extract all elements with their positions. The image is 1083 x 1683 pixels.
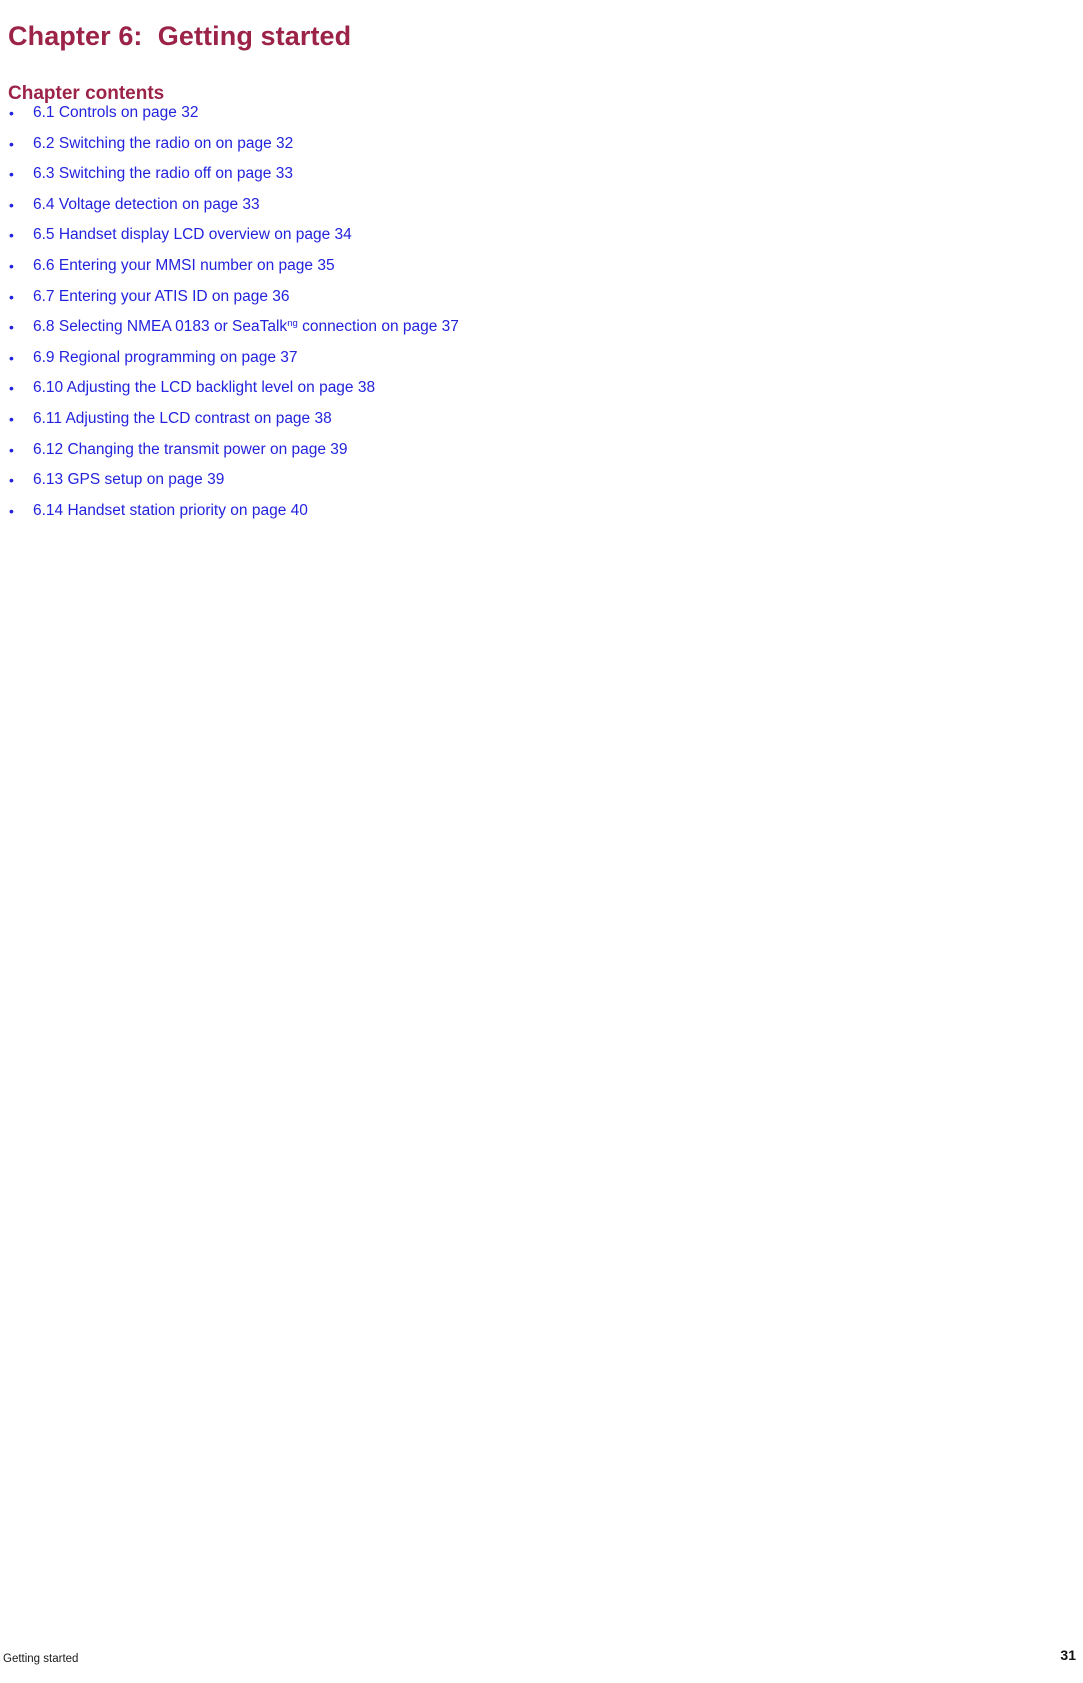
list-item: • 6.1 Controls on page 32 [0,98,1060,129]
list-item: • 6.3 Switching the radio off on page 33 [0,159,1060,190]
toc-link-6-12[interactable]: 6.12 Changing the transmit power on page… [33,435,348,466]
bullet-icon: • [9,135,14,152]
toc-link-6-7[interactable]: 6.7 Entering your ATIS ID on page 36 [33,282,289,313]
footer-section-label: Getting started [3,1653,79,1665]
bullet-icon: • [9,380,14,397]
bullet-icon: • [9,196,14,213]
list-item: • 6.9 Regional programming on page 37 [0,343,1060,374]
bullet-icon: • [9,472,14,489]
toc-link-6-6[interactable]: 6.6 Entering your MMSI number on page 35 [33,251,335,282]
toc-link-6-8-text-before: 6.8 Selecting NMEA 0183 or SeaTalk [33,318,288,336]
page-title: Chapter 6: Getting started [8,21,352,52]
toc-link-6-13[interactable]: 6.13 GPS setup on page 39 [33,465,224,496]
toc-link-6-8-text-after: connection on page 37 [297,318,459,336]
page-footer: Getting started 31 [0,1643,1083,1683]
bullet-icon: • [9,288,14,305]
bullet-icon: • [9,166,14,183]
list-item: • 6.13 GPS setup on page 39 [0,465,1060,496]
list-item: • 6.4 Voltage detection on page 33 [0,190,1060,221]
toc-link-6-10[interactable]: 6.10 Adjusting the LCD backlight level o… [33,373,375,404]
toc-link-6-8[interactable]: 6.8 Selecting NMEA 0183 or SeaTalkng con… [33,312,459,343]
bullet-icon: • [9,410,14,427]
bullet-icon: • [9,257,14,274]
toc-link-6-2[interactable]: 6.2 Switching the radio on on page 32 [33,129,293,160]
footer-page-number: 31 [1060,1647,1076,1663]
bullet-icon: • [9,349,14,366]
list-item: • 6.14 Handset station priority on page … [0,496,1060,527]
bullet-icon: • [9,502,14,519]
list-item: • 6.10 Adjusting the LCD backlight level… [0,373,1060,404]
bullet-icon: • [9,105,14,121]
seatalk-ng-superscript: ng [287,318,298,330]
document-page: Chapter 6: Getting started Chapter conte… [0,0,1083,1683]
toc-link-6-1[interactable]: 6.1 Controls on page 32 [33,98,198,129]
list-item: • 6.2 Switching the radio on on page 32 [0,129,1060,160]
list-item: • 6.7 Entering your ATIS ID on page 36 [0,282,1060,313]
list-item: • 6.12 Changing the transmit power on pa… [0,435,1060,466]
bullet-icon: • [9,319,14,336]
toc-link-6-3[interactable]: 6.3 Switching the radio off on page 33 [33,159,293,190]
toc-link-6-9[interactable]: 6.9 Regional programming on page 37 [33,343,298,374]
list-item: • 6.11 Adjusting the LCD contrast on pag… [0,404,1060,435]
list-item: • 6.8 Selecting NMEA 0183 or SeaTalkng c… [0,312,1060,343]
chapter-contents-list: • 6.1 Controls on page 32 • 6.2 Switchin… [0,98,1060,526]
bullet-icon: • [9,441,14,458]
toc-link-6-11[interactable]: 6.11 Adjusting the LCD contrast on page … [33,404,332,435]
list-item: • 6.6 Entering your MMSI number on page … [0,251,1060,282]
list-item: • 6.5 Handset display LCD overview on pa… [0,220,1060,251]
toc-link-6-4[interactable]: 6.4 Voltage detection on page 33 [33,190,260,221]
bullet-icon: • [9,227,14,244]
toc-link-6-14[interactable]: 6.14 Handset station priority on page 40 [33,496,308,527]
toc-link-6-5[interactable]: 6.5 Handset display LCD overview on page… [33,220,352,251]
